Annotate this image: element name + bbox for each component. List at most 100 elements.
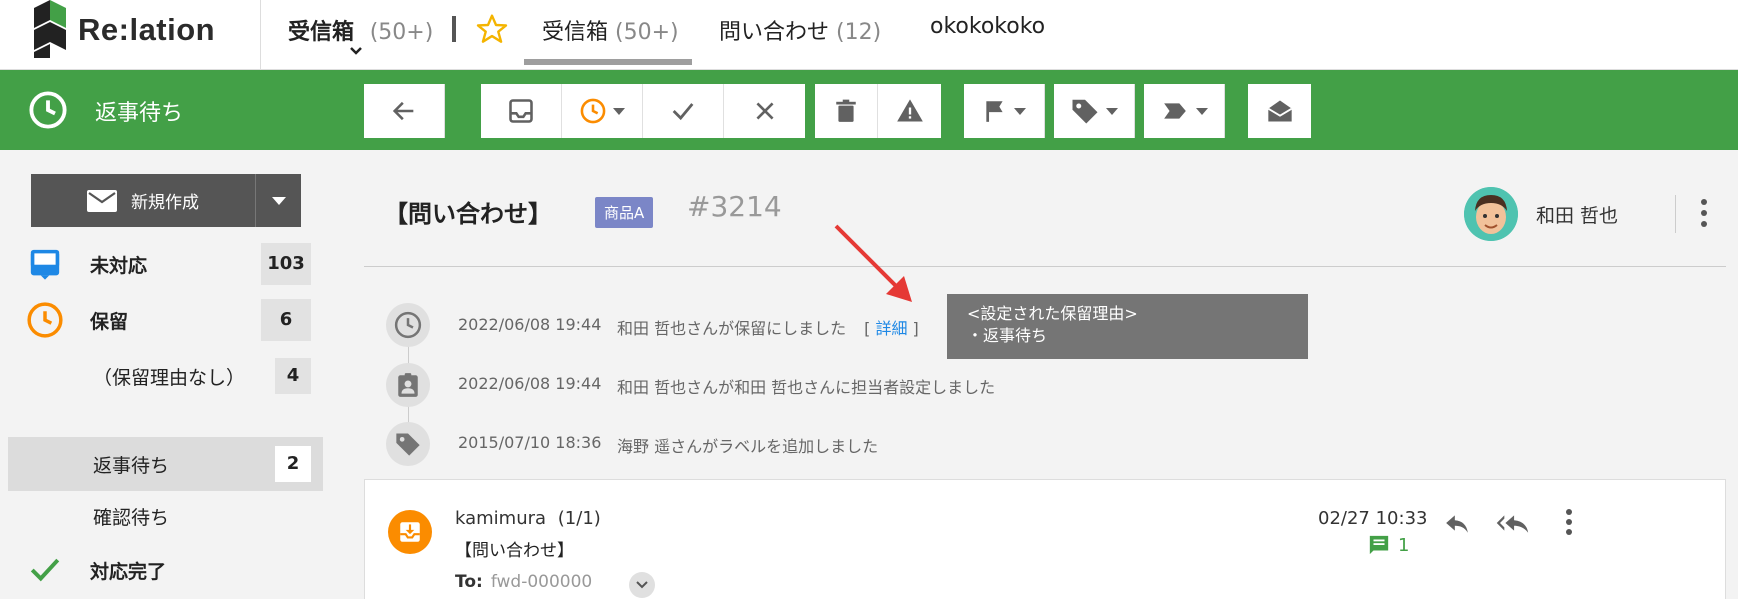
timeline-message: 和田 哲也さんが保留にしました <box>617 319 847 338</box>
compose-label: 新規作成 <box>131 193 199 213</box>
inbox-download-icon <box>400 522 420 542</box>
reply-all-icon[interactable] <box>1493 510 1533 536</box>
sidebar-item-awaiting-reply[interactable]: 返事待ち 2 <box>8 437 323 491</box>
more-vertical-icon[interactable] <box>1565 508 1573 536</box>
sidebar-item-hold-no-reason[interactable]: （保留理由なし） 4 <box>8 349 323 403</box>
spam-button[interactable] <box>878 84 941 138</box>
back-button[interactable] <box>364 84 445 138</box>
sidebar-item-label: 確認待ち <box>93 506 170 529</box>
flag-button[interactable] <box>964 84 1045 138</box>
flag-icon <box>986 101 1003 122</box>
reply-icon[interactable] <box>1442 510 1472 536</box>
message-sender: kamimura (1/1) <box>455 508 601 529</box>
divider <box>1675 195 1676 233</box>
inbox-status-button[interactable] <box>481 84 562 138</box>
sidebar-item-label: 対応完了 <box>90 560 167 583</box>
inbox-label: 受信箱 <box>288 20 355 45</box>
sidebar-item-unhandled[interactable]: 未対応 103 <box>8 237 323 291</box>
timeline-icon <box>386 303 430 347</box>
tab-custom[interactable]: okokokoko <box>930 14 1045 39</box>
arrow-left-icon <box>392 101 414 121</box>
check-icon <box>30 558 60 582</box>
inbox-count: (50+) <box>369 20 434 45</box>
delete-button[interactable] <box>815 84 878 138</box>
ticket-view: 【問い合わせ】 商品A #3214 和田 哲也 2022/06/08 19:44… <box>364 150 1738 599</box>
inbox-tray-icon <box>509 99 533 123</box>
label-button[interactable] <box>1054 84 1135 138</box>
tab-count: (12) <box>836 20 882 45</box>
more-vertical-icon[interactable] <box>1700 198 1708 228</box>
open-mail-icon <box>1267 100 1292 122</box>
tooltip-title: <設定された保留理由> <box>967 304 1138 323</box>
timeline-text: 和田 哲也さんが和田 哲也さんに担当者設定しました <box>617 378 996 397</box>
tab-label: 問い合わせ <box>719 20 830 45</box>
sidebar-item-count: 4 <box>275 358 311 394</box>
top-bar: Re:lation 受信箱 (50+) 受信箱 (50+) 問い合わせ (12)… <box>0 0 1738 70</box>
timeline-text: 和田 哲也さんが保留にしました [ 詳細 ] <box>617 315 919 339</box>
sidebar-item-done[interactable]: 対応完了 <box>8 543 323 597</box>
timeline-date: 2022/06/08 19:44 <box>458 315 602 334</box>
app-logo[interactable]: Re:lation <box>32 0 215 60</box>
avatar[interactable] <box>1464 187 1518 241</box>
clock-icon <box>580 98 606 124</box>
tab-inquiry[interactable]: 問い合わせ (12) <box>719 14 881 46</box>
to-label: To: <box>455 572 483 592</box>
timeline-date: 2022/06/08 19:44 <box>458 374 602 393</box>
comment-icon <box>1369 535 1389 555</box>
avatar-face-icon <box>1464 187 1518 241</box>
chevron-down-icon <box>613 107 625 115</box>
relation-logo-icon <box>34 0 66 58</box>
inbox-selector[interactable]: 受信箱 (50+) <box>288 14 433 46</box>
clock-icon <box>27 302 63 338</box>
move-button[interactable] <box>1144 84 1225 138</box>
to-address: fwd-000000 <box>490 572 593 592</box>
timeline-icon <box>386 422 430 466</box>
ticket-subject: 【問い合わせ】 <box>384 200 552 228</box>
ticket-tag-badge[interactable]: 商品A <box>595 197 654 228</box>
comment-count: 1 <box>1398 534 1410 556</box>
compose-button-group: 新規作成 <box>31 174 301 227</box>
hold-status-button[interactable] <box>562 84 643 138</box>
tab-count: (50+) <box>615 20 679 45</box>
check-icon <box>672 103 694 121</box>
chevron-down-icon[interactable] <box>349 46 363 56</box>
divider <box>452 16 456 42</box>
tab-label: 受信箱 <box>542 20 609 45</box>
compose-dropdown[interactable] <box>256 174 301 227</box>
message-type-icon <box>388 510 432 554</box>
ticket-number: #3214 <box>687 190 782 223</box>
mark-read-button[interactable] <box>1248 84 1311 138</box>
assignee-name: 和田 哲也 <box>1536 205 1619 227</box>
done-status-button[interactable] <box>643 84 724 138</box>
chevron-down-icon <box>1106 107 1118 115</box>
comment-indicator[interactable]: 1 <box>1368 534 1409 556</box>
tab-inbox[interactable]: 受信箱 (50+) <box>542 14 679 46</box>
detail-link[interactable]: 詳細 <box>875 319 907 338</box>
message-subject: 【問い合わせ】 <box>455 541 574 561</box>
inbox-tray-icon <box>30 249 60 280</box>
cancel-status-button[interactable] <box>724 84 805 138</box>
recipient-expand-button[interactable] <box>629 572 655 598</box>
compose-button[interactable]: 新規作成 <box>31 174 256 227</box>
status-title: 返事待ち <box>95 101 184 126</box>
mail-icon <box>87 189 117 212</box>
message-card[interactable]: kamimura (1/1) 【問い合わせ】 To: fwd-000000 02/… <box>364 479 1726 599</box>
action-toolbar: 返事待ち <box>0 70 1738 150</box>
assignee-badge-icon <box>398 373 418 397</box>
trash-icon <box>836 99 856 122</box>
sidebar-item-hold[interactable]: 保留 6 <box>8 293 323 347</box>
sidebar-item-label: 保留 <box>90 310 129 333</box>
tooltip-reason: ・返事待ち <box>967 326 1048 345</box>
sidebar-item-awaiting-confirm[interactable]: 確認待ち <box>8 489 323 543</box>
active-tab-indicator <box>524 59 692 65</box>
thread-count: (1/1) <box>557 508 601 529</box>
star-icon[interactable] <box>476 13 508 45</box>
sidebar-item-label: 返事待ち <box>93 454 170 477</box>
clock-icon <box>394 311 422 339</box>
annotation-arrow-icon <box>834 224 912 302</box>
close-icon <box>755 102 774 120</box>
chevron-down-icon <box>271 196 286 205</box>
logo-text: Re:lation <box>78 12 216 47</box>
warning-icon <box>896 99 923 122</box>
chevron-down-icon <box>636 581 648 589</box>
